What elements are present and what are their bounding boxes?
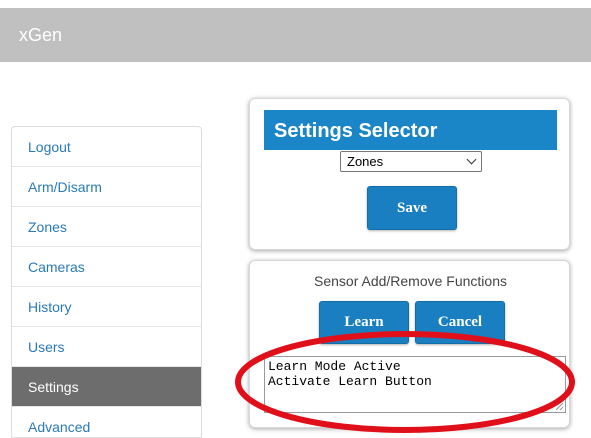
sidebar-item-logout[interactable]: Logout bbox=[12, 127, 201, 167]
sidebar-item-label: Advanced bbox=[28, 418, 91, 435]
sidebar-item-label: Zones bbox=[28, 218, 67, 235]
sidebar-item-zones[interactable]: Zones bbox=[12, 207, 201, 247]
sidebar-item-label: Users bbox=[28, 338, 65, 355]
sidebar-item-cameras[interactable]: Cameras bbox=[12, 247, 201, 287]
sidebar-item-advanced[interactable]: Advanced bbox=[12, 407, 201, 437]
top-bar: xGen bbox=[0, 8, 591, 62]
sensor-functions-title: Sensor Add/Remove Functions bbox=[314, 273, 507, 289]
sidebar-item-history[interactable]: History bbox=[12, 287, 201, 327]
app-title: xGen bbox=[19, 25, 63, 45]
settings-selector-panel: Settings Selector Zones Save bbox=[249, 98, 570, 250]
chevron-down-icon bbox=[466, 154, 477, 165]
sidebar-item-label: History bbox=[28, 298, 72, 315]
settings-select[interactable]: Zones bbox=[340, 151, 482, 172]
sidebar-item-label: Arm/Disarm bbox=[28, 178, 102, 195]
settings-select-value: Zones bbox=[347, 154, 384, 169]
cancel-button[interactable]: Cancel bbox=[415, 301, 505, 344]
learn-button[interactable]: Learn bbox=[319, 301, 409, 344]
sidebar-item-settings[interactable]: Settings bbox=[12, 367, 201, 407]
sidebar-item-arm-disarm[interactable]: Arm/Disarm bbox=[12, 167, 201, 207]
status-log-line: Learn Mode Active bbox=[268, 359, 401, 374]
sidebar-nav: Logout Arm/Disarm Zones Cameras History … bbox=[11, 126, 202, 438]
save-button[interactable]: Save bbox=[367, 186, 457, 230]
sidebar-item-label: Cameras bbox=[28, 258, 85, 275]
sidebar-item-label: Logout bbox=[28, 138, 71, 155]
sidebar-item-label: Settings bbox=[28, 378, 79, 395]
status-log-line: Activate Learn Button bbox=[268, 374, 432, 389]
settings-selector-title: Settings Selector bbox=[264, 110, 557, 150]
sidebar-item-users[interactable]: Users bbox=[12, 327, 201, 367]
sensor-functions-panel: Sensor Add/Remove Functions Learn Cancel… bbox=[249, 260, 570, 428]
resize-grip-icon[interactable] bbox=[556, 403, 563, 410]
status-log-textarea[interactable]: Learn Mode Active Activate Learn Button bbox=[264, 356, 566, 413]
